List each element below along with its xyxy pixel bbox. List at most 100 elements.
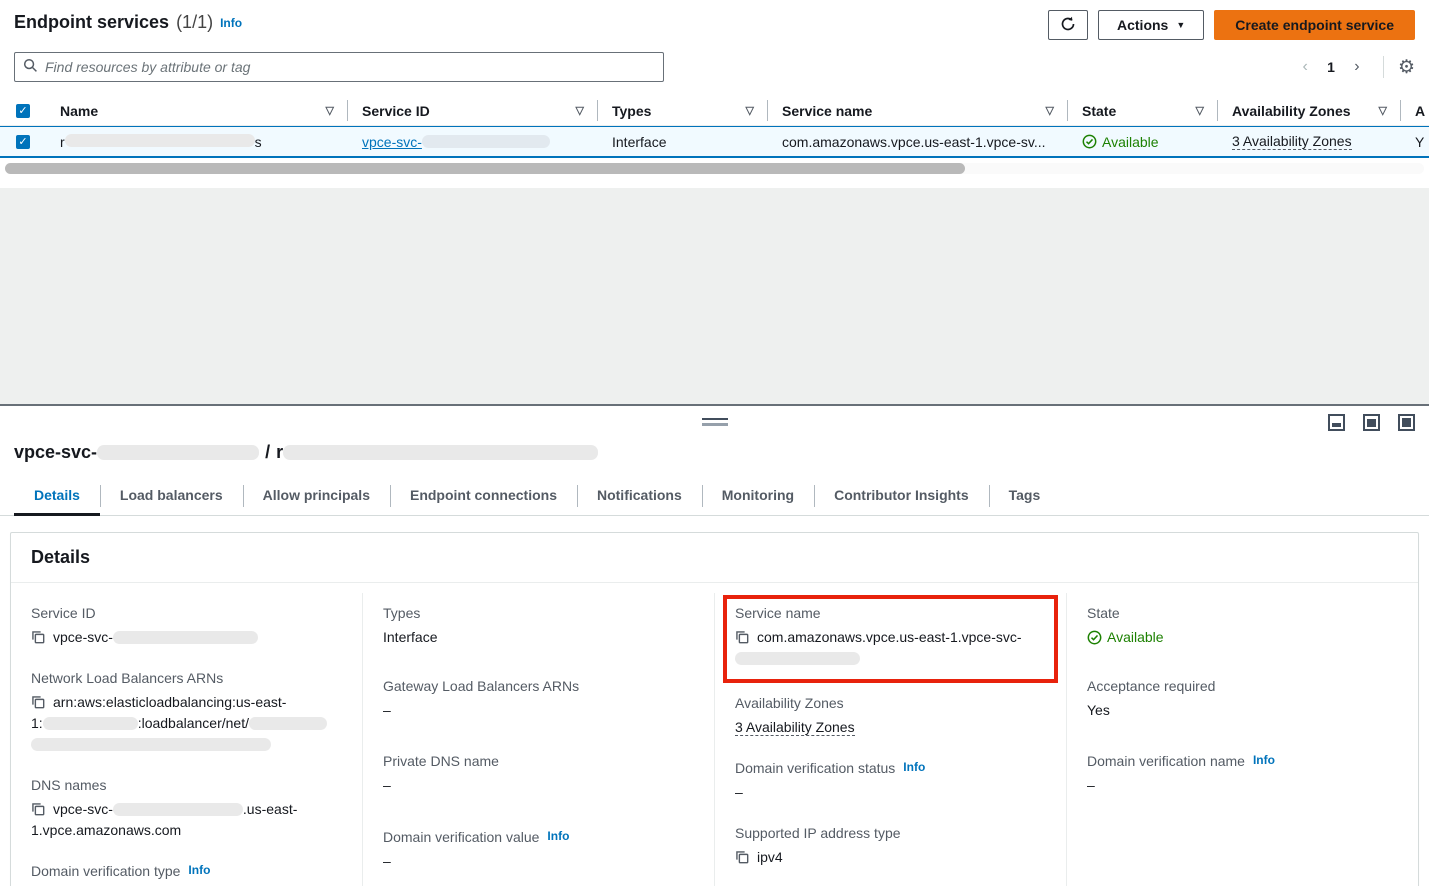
page-title: Endpoint services: [14, 12, 169, 33]
private-dns-name-value: –: [383, 775, 694, 796]
state-label: State: [1087, 605, 1398, 621]
filter-icon[interactable]: ▽: [576, 104, 584, 117]
annotation-red-box: Service name com.amazonaws.vpce.us-east-…: [723, 595, 1058, 683]
row-service-name: com.amazonaws.vpce.us-east-1.vpce-sv...: [782, 134, 1046, 150]
availability-zones-popover[interactable]: 3 Availability Zones: [735, 719, 855, 736]
panel-size-small-icon[interactable]: [1328, 414, 1345, 431]
row-name-prefix: r: [60, 134, 65, 150]
tab-tags[interactable]: Tags: [989, 479, 1061, 515]
state-value: Available: [1087, 627, 1398, 648]
availability-zones-label: Availability Zones: [735, 695, 1046, 711]
actions-button[interactable]: Actions ▼: [1098, 10, 1204, 40]
col-header-acceptance: A: [1415, 103, 1425, 119]
dns-names-value: vpce-svc-.us-east- 1.vpce.amazonaws.com: [31, 799, 342, 841]
search-input[interactable]: [45, 59, 655, 75]
col-header-state: State: [1082, 103, 1116, 119]
redacted-text: [422, 135, 550, 148]
endpoint-services-section: Endpoint services (1/1) Info Actions ▼ C…: [0, 0, 1429, 188]
copy-icon[interactable]: [31, 695, 45, 709]
col-header-types: Types: [612, 103, 651, 119]
row-checkbox[interactable]: ✓: [16, 135, 30, 149]
check-circle-icon: [1082, 134, 1097, 149]
col-header-name: Name: [60, 103, 98, 119]
domain-verification-status-value: –: [735, 782, 1046, 803]
copy-icon[interactable]: [735, 630, 749, 644]
nlb-arns-label: Network Load Balancers ARNs: [31, 670, 342, 686]
redacted-text: [249, 717, 327, 730]
gear-icon[interactable]: ⚙: [1398, 58, 1415, 77]
actions-button-label: Actions: [1117, 17, 1168, 33]
create-endpoint-service-button[interactable]: Create endpoint service: [1214, 10, 1415, 40]
copy-icon[interactable]: [31, 630, 45, 644]
filter-icon[interactable]: ▽: [1046, 104, 1054, 117]
service-id-link[interactable]: vpce-svc-: [362, 134, 550, 150]
refresh-icon: [1060, 16, 1076, 35]
service-id-value: vpce-svc-: [53, 629, 113, 645]
tab-contributor-insights[interactable]: Contributor Insights: [814, 479, 989, 515]
copy-icon[interactable]: [31, 802, 45, 816]
copy-icon[interactable]: [735, 850, 749, 864]
col-header-availability-zones: Availability Zones: [1232, 103, 1351, 119]
refresh-button[interactable]: [1048, 10, 1088, 40]
resource-count: (1/1): [176, 12, 213, 33]
filter-icon[interactable]: ▽: [1196, 104, 1204, 117]
detail-split-panel: vpce-svc- / r Details Load balancers All…: [0, 404, 1429, 886]
panel-drag-handle[interactable]: [702, 418, 728, 426]
tab-details[interactable]: Details: [14, 479, 100, 516]
panel-size-full-icon[interactable]: [1398, 414, 1415, 431]
tab-endpoint-connections[interactable]: Endpoint connections: [390, 479, 577, 515]
types-label: Types: [383, 605, 694, 621]
page-number[interactable]: 1: [1321, 59, 1341, 75]
service-id-label: Service ID: [31, 605, 342, 621]
row-types: Interface: [612, 134, 666, 150]
page-prev-icon[interactable]: ‹: [1293, 55, 1317, 79]
tab-notifications[interactable]: Notifications: [577, 479, 702, 515]
info-link[interactable]: Info: [903, 760, 925, 774]
col-header-service-name: Service name: [782, 103, 872, 119]
divider: [1383, 56, 1384, 78]
service-name-value: com.amazonaws.vpce.us-east-1.vpce-svc-: [735, 627, 1046, 669]
tab-load-balancers[interactable]: Load balancers: [100, 479, 243, 515]
scrollbar-thumb[interactable]: [5, 163, 965, 174]
filter-icon[interactable]: ▽: [746, 104, 754, 117]
info-link[interactable]: Info: [1253, 753, 1275, 767]
filter-icon[interactable]: ▽: [1379, 104, 1387, 117]
domain-verification-name-label: Domain verification name: [1087, 753, 1245, 769]
redacted-text: [113, 631, 258, 644]
details-column-4: State Available Acceptance required Yes …: [1066, 593, 1418, 886]
details-card: Details Service ID vpce-svc- Network Loa…: [10, 532, 1419, 886]
endpoint-services-table: ✓ Name ▽ Service ID ▽ Types ▽ Service na…: [0, 96, 1429, 188]
info-link[interactable]: Info: [547, 829, 569, 843]
nlb-arns-value: arn:aws:elasticloadbalancing:us-east- 1:…: [31, 692, 342, 755]
types-value: Interface: [383, 627, 694, 648]
search-filter-box[interactable]: [14, 52, 664, 82]
domain-verification-value-value: –: [383, 851, 694, 872]
redacted-text: [283, 445, 598, 460]
row-acceptance: Y: [1415, 134, 1424, 150]
row-availability-zones-popover[interactable]: 3 Availability Zones: [1232, 133, 1352, 150]
tab-monitoring[interactable]: Monitoring: [702, 479, 814, 515]
supported-ip-type-value: ipv4: [757, 849, 783, 865]
panel-size-half-icon[interactable]: [1363, 414, 1380, 431]
header-info-link[interactable]: Info: [220, 16, 242, 30]
tab-allow-principals[interactable]: Allow principals: [243, 479, 390, 515]
redacted-text: [31, 738, 271, 751]
page-next-icon[interactable]: ›: [1345, 55, 1369, 79]
search-icon: [23, 58, 38, 76]
table-row[interactable]: ✓ r s vpce-svc- Interface com.amazonaws.v…: [0, 126, 1429, 158]
select-all-checkbox[interactable]: ✓: [16, 104, 30, 118]
panel-tabs: Details Load balancers Allow principals …: [0, 479, 1429, 516]
redacted-text: [97, 445, 259, 460]
filter-icon[interactable]: ▽: [326, 104, 334, 117]
acceptance-required-label: Acceptance required: [1087, 678, 1398, 694]
panel-title: vpce-svc- / r: [0, 406, 1429, 463]
row-state: Available: [1082, 134, 1159, 150]
redacted-text: [43, 717, 138, 730]
info-link[interactable]: Info: [188, 863, 210, 877]
horizontal-scrollbar[interactable]: [5, 163, 1424, 174]
details-column-2: Types Interface Gateway Load Balancers A…: [362, 593, 714, 886]
details-card-heading: Details: [11, 533, 1418, 583]
acceptance-required-value: Yes: [1087, 700, 1398, 721]
row-name-suffix: s: [255, 134, 262, 150]
background-area: [0, 188, 1429, 404]
